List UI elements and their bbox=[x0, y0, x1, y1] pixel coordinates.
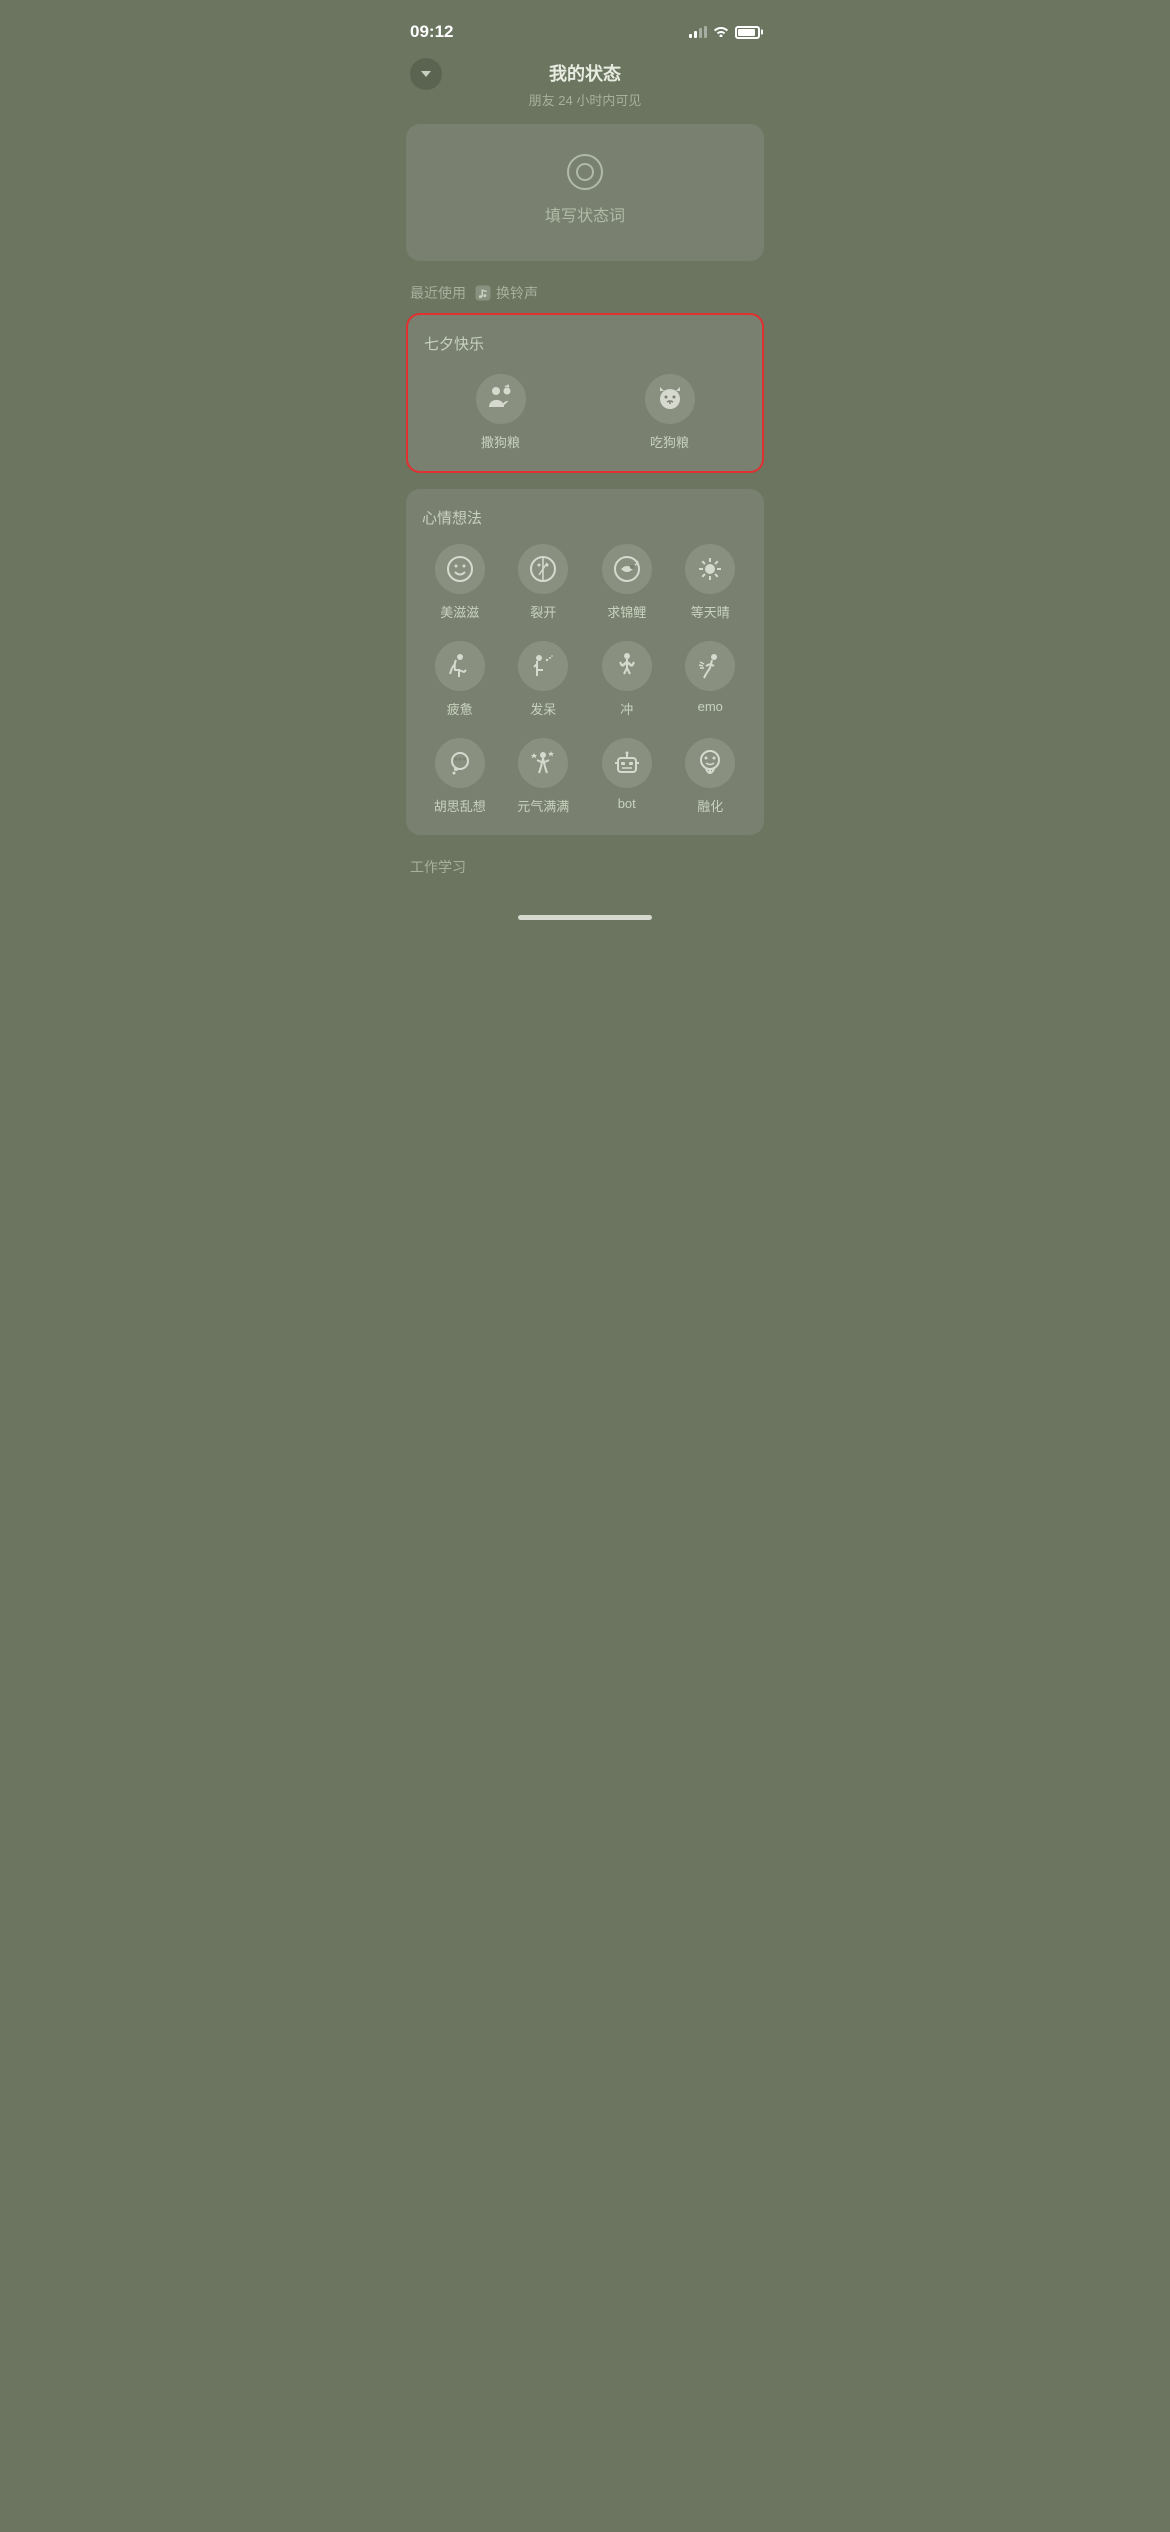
status-label-融化: 融化 bbox=[697, 796, 723, 815]
status-item-撒狗粮[interactable]: 撒狗粮 bbox=[424, 374, 577, 451]
status-bar: 09:12 bbox=[390, 0, 780, 50]
status-item-胡思乱想[interactable]: 胡思乱想 bbox=[422, 738, 498, 815]
home-indicator bbox=[518, 915, 652, 920]
status-label-求锦鲤: 求锦鲤 bbox=[607, 602, 646, 621]
status-label-emo: emo bbox=[698, 699, 723, 714]
status-item-求锦鲤[interactable]: 求锦鲤 bbox=[589, 544, 665, 621]
status-label-撒狗粮: 撒狗粮 bbox=[481, 432, 520, 451]
status-input-card[interactable]: 填写状态词 bbox=[406, 124, 764, 261]
daydream-icon bbox=[435, 738, 485, 788]
home-indicator-wrap bbox=[390, 887, 780, 930]
status-item-bot[interactable]: bot bbox=[589, 738, 665, 815]
status-label-疲惫: 疲惫 bbox=[447, 699, 473, 718]
qixi-section: 七夕快乐 撒狗粮 bbox=[406, 313, 764, 473]
recent-section: 最近使用 换铃声 bbox=[390, 277, 780, 313]
status-item-裂开[interactable]: 裂开 bbox=[506, 544, 582, 621]
couple-icon bbox=[476, 374, 526, 424]
music-icon bbox=[474, 284, 492, 302]
qixi-grid: 撒狗粮 吃狗粮 bbox=[424, 370, 746, 451]
sun-icon bbox=[685, 544, 735, 594]
signal-icon bbox=[689, 26, 707, 38]
music-icon-wrap[interactable]: 换铃声 bbox=[474, 283, 538, 303]
status-item-疲惫[interactable]: 疲惫 bbox=[422, 641, 498, 718]
melt-icon bbox=[685, 738, 735, 788]
status-label-美滋滋: 美滋滋 bbox=[440, 602, 479, 621]
status-icons bbox=[689, 24, 760, 40]
status-item-美滋滋[interactable]: 美滋滋 bbox=[422, 544, 498, 621]
wifi-icon bbox=[713, 24, 729, 40]
status-label-bot: bot bbox=[618, 796, 636, 811]
emo-icon bbox=[685, 641, 735, 691]
status-label-元气满满: 元气满满 bbox=[517, 796, 569, 815]
status-item-发呆[interactable]: 发呆 bbox=[506, 641, 582, 718]
change-ringtone-label[interactable]: 换铃声 bbox=[496, 283, 538, 303]
mood-section: 心情想法 美滋滋 bbox=[406, 489, 764, 835]
status-label-吃狗粮: 吃狗粮 bbox=[650, 432, 689, 451]
status-item-融化[interactable]: 融化 bbox=[673, 738, 749, 815]
status-item-等天晴[interactable]: 等天晴 bbox=[673, 544, 749, 621]
work-section: 工作学习 bbox=[390, 851, 780, 887]
status-label-裂开: 裂开 bbox=[530, 602, 556, 621]
status-item-元气满满[interactable]: 元气满满 bbox=[506, 738, 582, 815]
qixi-title: 七夕快乐 bbox=[424, 333, 746, 354]
cat-icon bbox=[645, 374, 695, 424]
header: 我的状态 朋友 24 小时内可见 bbox=[390, 50, 780, 124]
koi-icon bbox=[602, 544, 652, 594]
status-input-placeholder: 填写状态词 bbox=[545, 202, 625, 226]
status-time: 09:12 bbox=[410, 22, 453, 42]
back-button[interactable] bbox=[410, 58, 442, 90]
status-item-emo[interactable]: emo bbox=[673, 641, 749, 718]
status-label-发呆: 发呆 bbox=[530, 699, 556, 718]
bot-icon bbox=[602, 738, 652, 788]
tired-icon bbox=[435, 641, 485, 691]
mood-grid: 美滋滋 裂开 bbox=[422, 544, 748, 815]
header-subtitle: 朋友 24 小时内可见 bbox=[529, 90, 642, 109]
status-label-胡思乱想: 胡思乱想 bbox=[434, 796, 486, 815]
battery-icon bbox=[735, 26, 760, 39]
energetic-icon bbox=[518, 738, 568, 788]
crack-icon bbox=[518, 544, 568, 594]
mood-title: 心情想法 bbox=[422, 507, 748, 528]
rush-icon bbox=[602, 641, 652, 691]
input-circle-icon bbox=[567, 154, 603, 190]
smile-icon bbox=[435, 544, 485, 594]
status-label-冲: 冲 bbox=[620, 699, 633, 718]
chevron-down-icon bbox=[421, 71, 431, 77]
status-label-等天晴: 等天晴 bbox=[691, 602, 730, 621]
recent-label: 最近使用 bbox=[410, 283, 466, 303]
work-title: 工作学习 bbox=[410, 859, 466, 875]
page-title: 我的状态 bbox=[549, 60, 621, 86]
status-item-冲[interactable]: 冲 bbox=[589, 641, 665, 718]
status-item-吃狗粮[interactable]: 吃狗粮 bbox=[593, 374, 746, 451]
daze-icon bbox=[518, 641, 568, 691]
